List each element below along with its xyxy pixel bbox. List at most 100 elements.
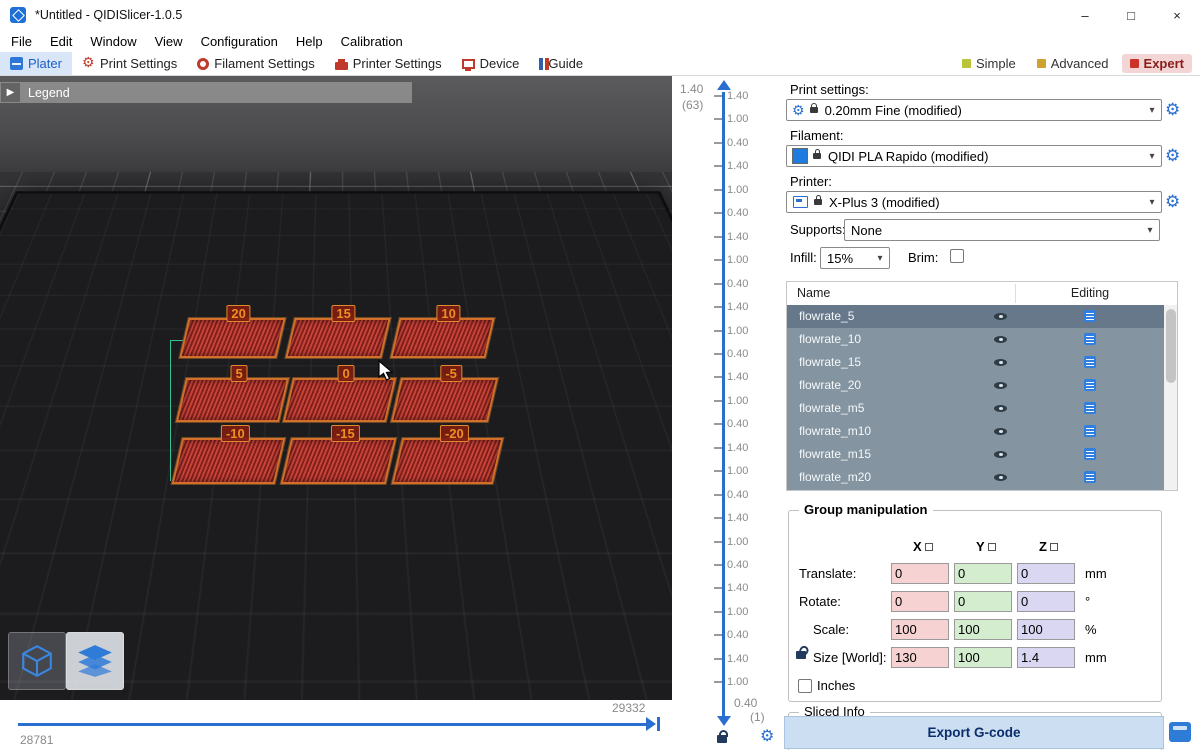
model-object-flowrate--15[interactable]: -15 <box>281 438 397 484</box>
export-device-icon[interactable] <box>1169 722 1191 742</box>
model-object-flowrate--20[interactable]: -20 <box>392 438 504 484</box>
tick-label: 1.40 <box>727 90 748 102</box>
translate--z-input[interactable] <box>1017 563 1075 584</box>
tab-print-settings[interactable]: Print Settings <box>72 52 187 75</box>
layer-slider-up-arrow-icon[interactable] <box>717 80 731 90</box>
model-object-flowrate--10[interactable]: -10 <box>172 438 286 484</box>
size-world--z-input[interactable] <box>1017 647 1075 668</box>
visibility-eye-icon[interactable] <box>994 471 1007 484</box>
hslider-handle-bar[interactable] <box>657 717 660 731</box>
supports-combo[interactable]: None ▾ <box>844 219 1160 241</box>
printer-combo[interactable]: X-Plus 3 (modified) ▾ <box>786 191 1162 213</box>
minimize-button[interactable]: – <box>1062 0 1108 30</box>
view-3d-button[interactable] <box>8 632 66 690</box>
viewport-3d[interactable]: 20151050-5-10-15-20 ▶ Legend <box>0 76 672 700</box>
tick-label: 1.00 <box>727 113 748 125</box>
filament-icon <box>197 58 209 70</box>
object-row-flowrate-20[interactable]: flowrate_20 <box>787 374 1177 397</box>
object-row-flowrate-10[interactable]: flowrate_10 <box>787 328 1177 351</box>
tab-plater[interactable]: Plater <box>0 52 72 75</box>
filament-edit-gear-icon[interactable]: ⚙ <box>1165 147 1180 164</box>
model-object-flowrate-5[interactable]: 5 <box>176 378 289 422</box>
tick-dash-icon <box>714 564 722 566</box>
rotate--z-input[interactable] <box>1017 591 1075 612</box>
editing-icon[interactable] <box>1084 379 1096 391</box>
tab-printer-settings[interactable]: Printer Settings <box>325 52 452 75</box>
close-button[interactable]: × <box>1154 0 1200 30</box>
export-gcode-button[interactable]: Export G-code <box>784 716 1164 749</box>
editing-icon[interactable] <box>1084 402 1096 414</box>
rotate--x-input[interactable] <box>891 591 949 612</box>
translate--x-input[interactable] <box>891 563 949 584</box>
mode-expert[interactable]: Expert <box>1122 54 1192 73</box>
menu-file[interactable]: File <box>2 32 41 51</box>
mode-advanced[interactable]: Advanced <box>1029 54 1117 73</box>
scrollbar-thumb[interactable] <box>1166 309 1176 383</box>
scale--y-input[interactable] <box>954 619 1012 640</box>
legend-bar[interactable]: ▶ Legend <box>0 82 412 103</box>
printer-edit-gear-icon[interactable]: ⚙ <box>1165 193 1180 210</box>
layer-tick: 1.40 <box>714 231 748 243</box>
visibility-eye-icon[interactable] <box>994 333 1007 346</box>
model-object-flowrate--5[interactable]: -5 <box>391 378 498 422</box>
scale--z-input[interactable] <box>1017 619 1075 640</box>
brim-checkbox[interactable] <box>950 249 964 263</box>
maximize-button[interactable]: □ <box>1108 0 1154 30</box>
size-world--x-input[interactable] <box>891 647 949 668</box>
axis-letter: Y <box>976 539 985 554</box>
visibility-eye-icon[interactable] <box>994 448 1007 461</box>
scale-link-lock-icon[interactable] <box>796 651 806 659</box>
model-object-flowrate-15[interactable]: 15 <box>285 318 390 358</box>
editing-icon[interactable] <box>1084 448 1096 460</box>
menu-configuration[interactable]: Configuration <box>192 32 287 51</box>
editing-icon[interactable] <box>1084 471 1096 483</box>
mode-simple[interactable]: Simple <box>954 54 1024 73</box>
gm-unit: % <box>1085 622 1097 637</box>
object-row-flowrate-5[interactable]: flowrate_5 <box>787 305 1177 328</box>
legend-expand-icon[interactable]: ▶ <box>1 83 20 102</box>
object-row-flowrate-m10[interactable]: flowrate_m10 <box>787 420 1177 443</box>
object-row-flowrate-m15[interactable]: flowrate_m15 <box>787 443 1177 466</box>
translate--y-input[interactable] <box>954 563 1012 584</box>
rotate--y-input[interactable] <box>954 591 1012 612</box>
hslider-handle-icon[interactable] <box>646 717 656 731</box>
object-list-scrollbar[interactable] <box>1164 305 1177 490</box>
model-object-flowrate-20[interactable]: 20 <box>179 318 285 358</box>
layer-slider-column: 1.40 (63) 1.401.000.401.401.000.401.401.… <box>672 76 784 750</box>
object-row-flowrate-m5[interactable]: flowrate_m5 <box>787 397 1177 420</box>
scale--x-input[interactable] <box>891 619 949 640</box>
menu-edit[interactable]: Edit <box>41 32 81 51</box>
menu-calibration[interactable]: Calibration <box>332 32 412 51</box>
menu-help[interactable]: Help <box>287 32 332 51</box>
visibility-eye-icon[interactable] <box>994 425 1007 438</box>
tab-device[interactable]: Device <box>452 52 530 75</box>
filament-combo[interactable]: QIDI PLA Rapido (modified) ▾ <box>786 145 1162 167</box>
visibility-eye-icon[interactable] <box>994 402 1007 415</box>
layer-slider-down-arrow-icon[interactable] <box>717 716 731 726</box>
object-row-flowrate-m20[interactable]: flowrate_m20 <box>787 466 1177 489</box>
editing-icon[interactable] <box>1084 333 1096 345</box>
print-settings-combo[interactable]: ⚙ 0.20mm Fine (modified) ▾ <box>786 99 1162 121</box>
editing-icon[interactable] <box>1084 310 1096 322</box>
inches-checkbox[interactable] <box>798 679 812 693</box>
tab-guide[interactable]: Guide <box>529 52 593 75</box>
infill-combo[interactable]: 15% ▾ <box>820 247 890 269</box>
layer-lock-icon[interactable] <box>717 735 727 743</box>
visibility-eye-icon[interactable] <box>994 379 1007 392</box>
horizontal-slider[interactable] <box>18 723 646 726</box>
object-row-flowrate-15[interactable]: flowrate_15 <box>787 351 1177 374</box>
editing-icon[interactable] <box>1084 356 1096 368</box>
tab-filament-settings[interactable]: Filament Settings <box>187 52 324 75</box>
object-label: 20 <box>226 305 250 322</box>
layer-settings-gear-icon[interactable]: ⚙ <box>760 726 774 746</box>
visibility-eye-icon[interactable] <box>994 310 1007 323</box>
size-world--y-input[interactable] <box>954 647 1012 668</box>
editing-icon[interactable] <box>1084 425 1096 437</box>
print-settings-edit-gear-icon[interactable]: ⚙ <box>1165 101 1180 118</box>
model-object-flowrate-10[interactable]: 10 <box>390 318 494 358</box>
visibility-eye-icon[interactable] <box>994 356 1007 369</box>
tick-dash-icon <box>714 95 722 97</box>
menu-window[interactable]: Window <box>81 32 145 51</box>
view-layers-button[interactable] <box>66 632 124 690</box>
menu-view[interactable]: View <box>146 32 192 51</box>
